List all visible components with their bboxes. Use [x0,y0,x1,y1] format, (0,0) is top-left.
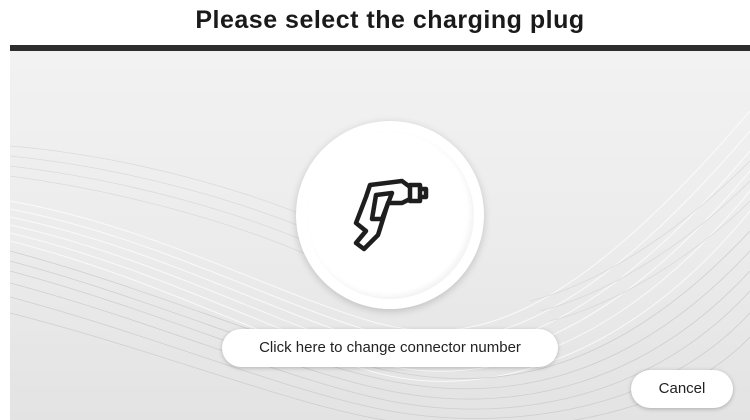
content-panel: Click here to change connector number Ca… [10,51,750,420]
ev-charging-plug-icon [353,178,429,252]
header: Please select the charging plug [0,0,750,46]
charging-plug-screen: Please select the charging plug Click he… [0,0,750,420]
charging-plug-select-button[interactable] [296,121,484,309]
cancel-button[interactable]: Cancel [631,370,733,408]
change-connector-number-button[interactable]: Click here to change connector number [222,329,558,367]
page-title: Please select the charging plug [195,6,585,34]
